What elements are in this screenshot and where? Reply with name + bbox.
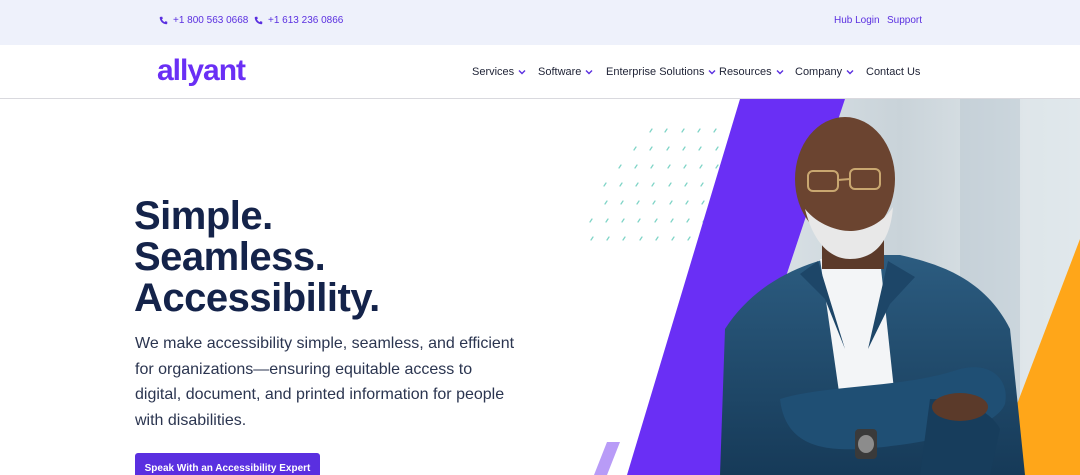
support-link[interactable]: Support <box>887 15 922 26</box>
chevron-down-icon <box>776 70 784 75</box>
nav-item-software[interactable]: Software <box>538 66 593 78</box>
chevron-down-icon <box>846 70 854 75</box>
cta-label: Speak With an Accessibility Expert <box>144 462 311 474</box>
hero-title-line-2: Seamless. <box>134 235 326 279</box>
hub-login-link[interactable]: Hub Login <box>834 15 880 26</box>
chevron-down-icon <box>708 70 716 75</box>
hero-description: We make accessibility simple, seamless, … <box>135 335 515 429</box>
nav-item-services[interactable]: Services <box>472 66 526 78</box>
hero-title-line-3: Accessibility. <box>134 276 380 320</box>
nav-item-label: Software <box>538 66 582 78</box>
hero-title-line-1: Simple. <box>134 194 273 238</box>
phone-icon <box>159 16 168 25</box>
nav-item-label: Contact Us <box>866 66 921 78</box>
phone-link-1[interactable]: +1 800 563 0668 <box>159 15 248 26</box>
nav-item-resources[interactable]: Resources <box>719 66 784 78</box>
phone-number-2: +1 613 236 0866 <box>268 15 344 26</box>
phone-link-2[interactable]: +1 613 236 0866 <box>254 15 343 26</box>
nav-item-label: Resources <box>719 66 772 78</box>
nav-item-contact-us[interactable]: Contact Us <box>866 66 920 78</box>
utility-bar: +1 800 563 0668 +1 613 236 0866 Hub Logi… <box>0 0 1080 45</box>
phone-icon <box>254 16 263 25</box>
hero-title: Simple. Seamless. Accessibility. <box>134 196 380 319</box>
chevron-down-icon <box>585 70 593 75</box>
nav-item-enterprise-solutions[interactable]: Enterprise Solutions <box>606 66 716 78</box>
brand-logo[interactable]: allyant <box>157 54 246 88</box>
nav-item-label: Services <box>472 66 515 78</box>
main-navigation: allyant Services Software Enterprise Sol… <box>0 45 1080 99</box>
nav-item-company[interactable]: Company <box>795 66 854 78</box>
chevron-down-icon <box>518 70 526 75</box>
phone-number-1: +1 800 563 0668 <box>173 15 249 26</box>
nav-item-label: Company <box>795 66 843 78</box>
lavender-sliver <box>594 442 620 475</box>
nav-item-label: Enterprise Solutions <box>606 66 705 78</box>
speak-with-expert-button[interactable]: Speak With an Accessibility Expert <box>135 453 320 475</box>
